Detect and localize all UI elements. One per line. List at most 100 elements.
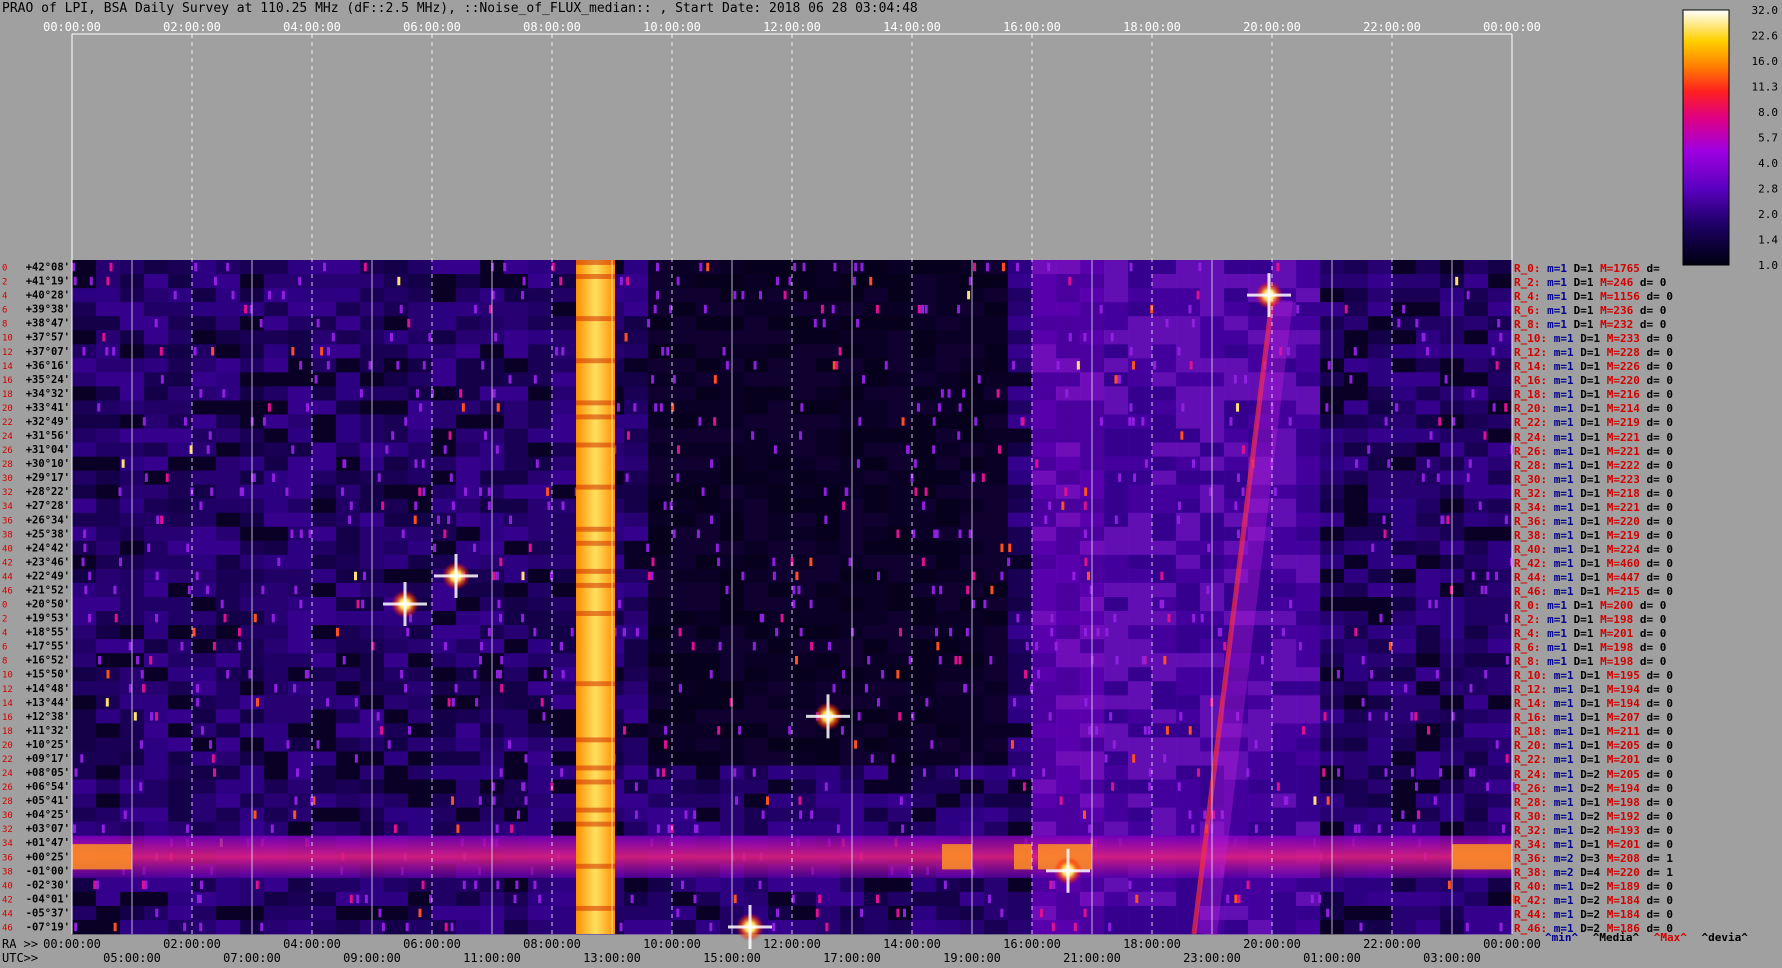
heatmap-cell (1104, 793, 1129, 809)
noise-pixel (733, 768, 737, 777)
heatmap-cell (1104, 681, 1129, 696)
noise-pixel (1223, 641, 1227, 651)
beam-number: 34 (2, 839, 13, 849)
heatmap-cell (456, 891, 481, 907)
heatmap-cell (1008, 288, 1033, 303)
heatmap-cell (192, 274, 217, 289)
heatmap-cell (384, 695, 409, 710)
heatmap-cell (864, 470, 889, 486)
heatmap-cell (648, 807, 673, 823)
heatmap-cell (768, 653, 793, 668)
heatmap-cell (1032, 709, 1057, 724)
heatmap-cell (384, 877, 409, 893)
heatmap-cell (72, 653, 97, 668)
heatmap-cell (912, 400, 937, 415)
heatmap-cell (696, 428, 721, 443)
heatmap-cell (1344, 793, 1369, 809)
heatmap-cell (1128, 891, 1153, 907)
noise-pixel (474, 880, 478, 890)
legend-m: m=1 (1547, 290, 1574, 304)
heatmap-cell (648, 512, 673, 528)
heatmap-cell (1176, 400, 1201, 415)
heatmap-cell (1392, 386, 1417, 401)
heatmap-cell (168, 260, 193, 275)
ra-tick-label: 06:00:00 (403, 937, 461, 951)
heatmap-cell (1056, 288, 1081, 303)
heatmap-cell (792, 316, 817, 331)
heatmap-cell (504, 597, 529, 612)
heatmap-cell (1008, 260, 1033, 275)
heatmap-cell (1056, 905, 1081, 921)
noise-pixel (1059, 796, 1063, 805)
heatmap-cell (984, 470, 1009, 486)
heatmap-cell (1416, 611, 1441, 626)
heatmap-cell (672, 807, 697, 823)
noise-pixel (1129, 403, 1133, 412)
noise-pixel (528, 543, 532, 553)
heatmap-cell (1416, 330, 1441, 345)
noise-pixel (475, 698, 479, 707)
heatmap-cell (768, 372, 793, 387)
legend-m: m=1 (1547, 627, 1574, 641)
noise-pixel (706, 262, 710, 272)
legend-M: M=184 (1606, 907, 1647, 921)
noise-pixel (741, 571, 745, 581)
heatmap-cell (648, 274, 673, 289)
heatmap-cell (264, 484, 289, 500)
heatmap-cell (1248, 723, 1273, 738)
heatmap-cell (1464, 302, 1489, 317)
heatmap-cell (1224, 414, 1249, 429)
heatmap-cell (1176, 260, 1201, 275)
heatmap-cell (1008, 821, 1033, 837)
heatmap-cell (1032, 779, 1057, 794)
heatmap-cell (816, 737, 841, 752)
legend-row: R_44: m=1 D=2 M=184 d= 0 (1514, 908, 1673, 922)
key-median: ^Media^ (1592, 931, 1640, 944)
noise-pixel (239, 487, 243, 496)
heatmap-cell (504, 765, 529, 780)
heatmap-cell (1176, 330, 1201, 345)
heatmap-cell (312, 470, 337, 486)
noise-pixel (793, 262, 797, 272)
heatmap-cell (1032, 288, 1057, 303)
heatmap-cell (288, 456, 313, 472)
noise-pixel (1425, 347, 1429, 356)
noise-pixel (281, 290, 285, 300)
heatmap-cell (792, 723, 817, 738)
heatmap-cell (72, 330, 97, 345)
heatmap-cell (1488, 316, 1513, 331)
noise-pixel (854, 740, 858, 749)
heatmap-cell (1296, 807, 1321, 823)
noise-pixel (1414, 782, 1418, 791)
heatmap-cell (96, 709, 121, 724)
heatmap-cell (144, 891, 169, 907)
heatmap-cell (96, 639, 121, 654)
heatmap-cell (528, 582, 553, 598)
noise-pixel (949, 627, 953, 637)
heatmap-cell (1488, 582, 1513, 598)
heatmap-cell (768, 386, 793, 401)
noise-pixel (718, 641, 722, 651)
heatmap-cell (1104, 274, 1129, 289)
beam-number: 18 (2, 727, 13, 737)
top-tick-label: 06:00:00 (403, 20, 461, 34)
heatmap-cell (744, 751, 769, 766)
noise-pixel (935, 627, 939, 637)
heatmap-cell (1008, 751, 1033, 766)
heatmap-cell (864, 751, 889, 766)
heatmap-cell (624, 681, 649, 696)
heatmap-cell (768, 597, 793, 612)
heatmap-cell (1392, 316, 1417, 331)
heatmap-cell (696, 344, 721, 359)
heatmap-cell (864, 667, 889, 682)
heatmap-cell (1416, 653, 1441, 668)
heatmap-cell (888, 611, 913, 626)
noise-pixel (498, 670, 502, 679)
heatmap-cell (168, 695, 193, 710)
noise-pixel (725, 585, 729, 595)
noise-pixel (792, 585, 796, 595)
heatmap-cell (696, 484, 721, 500)
beam-number: 0 (2, 601, 7, 611)
utc-tick-label: 11:00:00 (463, 951, 521, 965)
heatmap-cell (96, 498, 121, 514)
